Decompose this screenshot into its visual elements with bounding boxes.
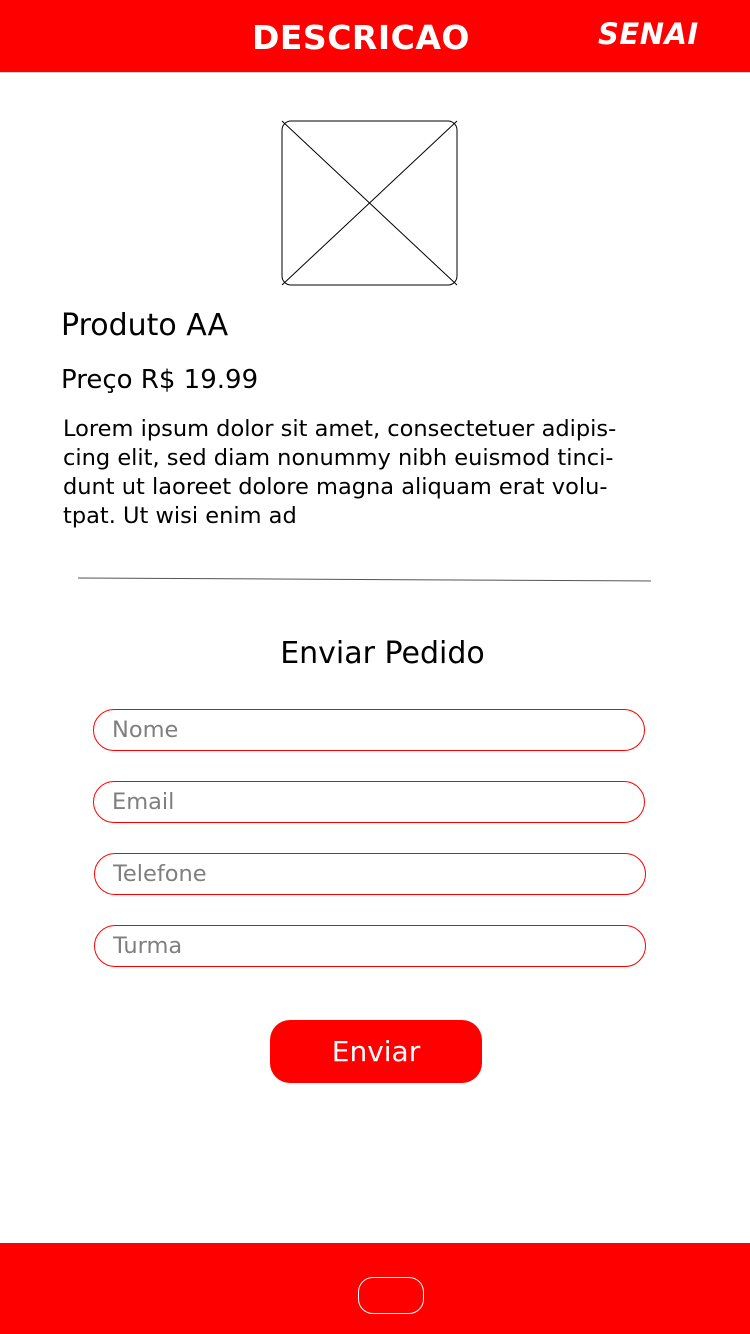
senai-logo: SENAI [598, 17, 699, 51]
image-placeholder-icon [281, 120, 458, 286]
section-divider [78, 577, 652, 582]
name-input[interactable] [93, 709, 645, 751]
email-input[interactable] [93, 781, 645, 823]
phone-input[interactable] [94, 853, 646, 895]
home-button-icon[interactable] [358, 1277, 424, 1314]
top-bar: DESCRICAO SENAI [0, 0, 750, 73]
page-title: DESCRICAO [252, 18, 470, 57]
product-description: Lorem ipsum dolor sit amet, consectetuer… [63, 416, 617, 529]
order-form-title: Enviar Pedido [280, 636, 485, 671]
app-screen: DESCRICAO SENAI Produto AA Preço R$ 19.9… [0, 0, 750, 1334]
product-name: Produto AA [61, 308, 229, 343]
send-button[interactable]: Enviar [270, 1020, 482, 1083]
class-input[interactable] [94, 925, 646, 967]
product-price: Preço R$ 19.99 [61, 365, 259, 395]
bottom-bar [0, 1243, 750, 1334]
